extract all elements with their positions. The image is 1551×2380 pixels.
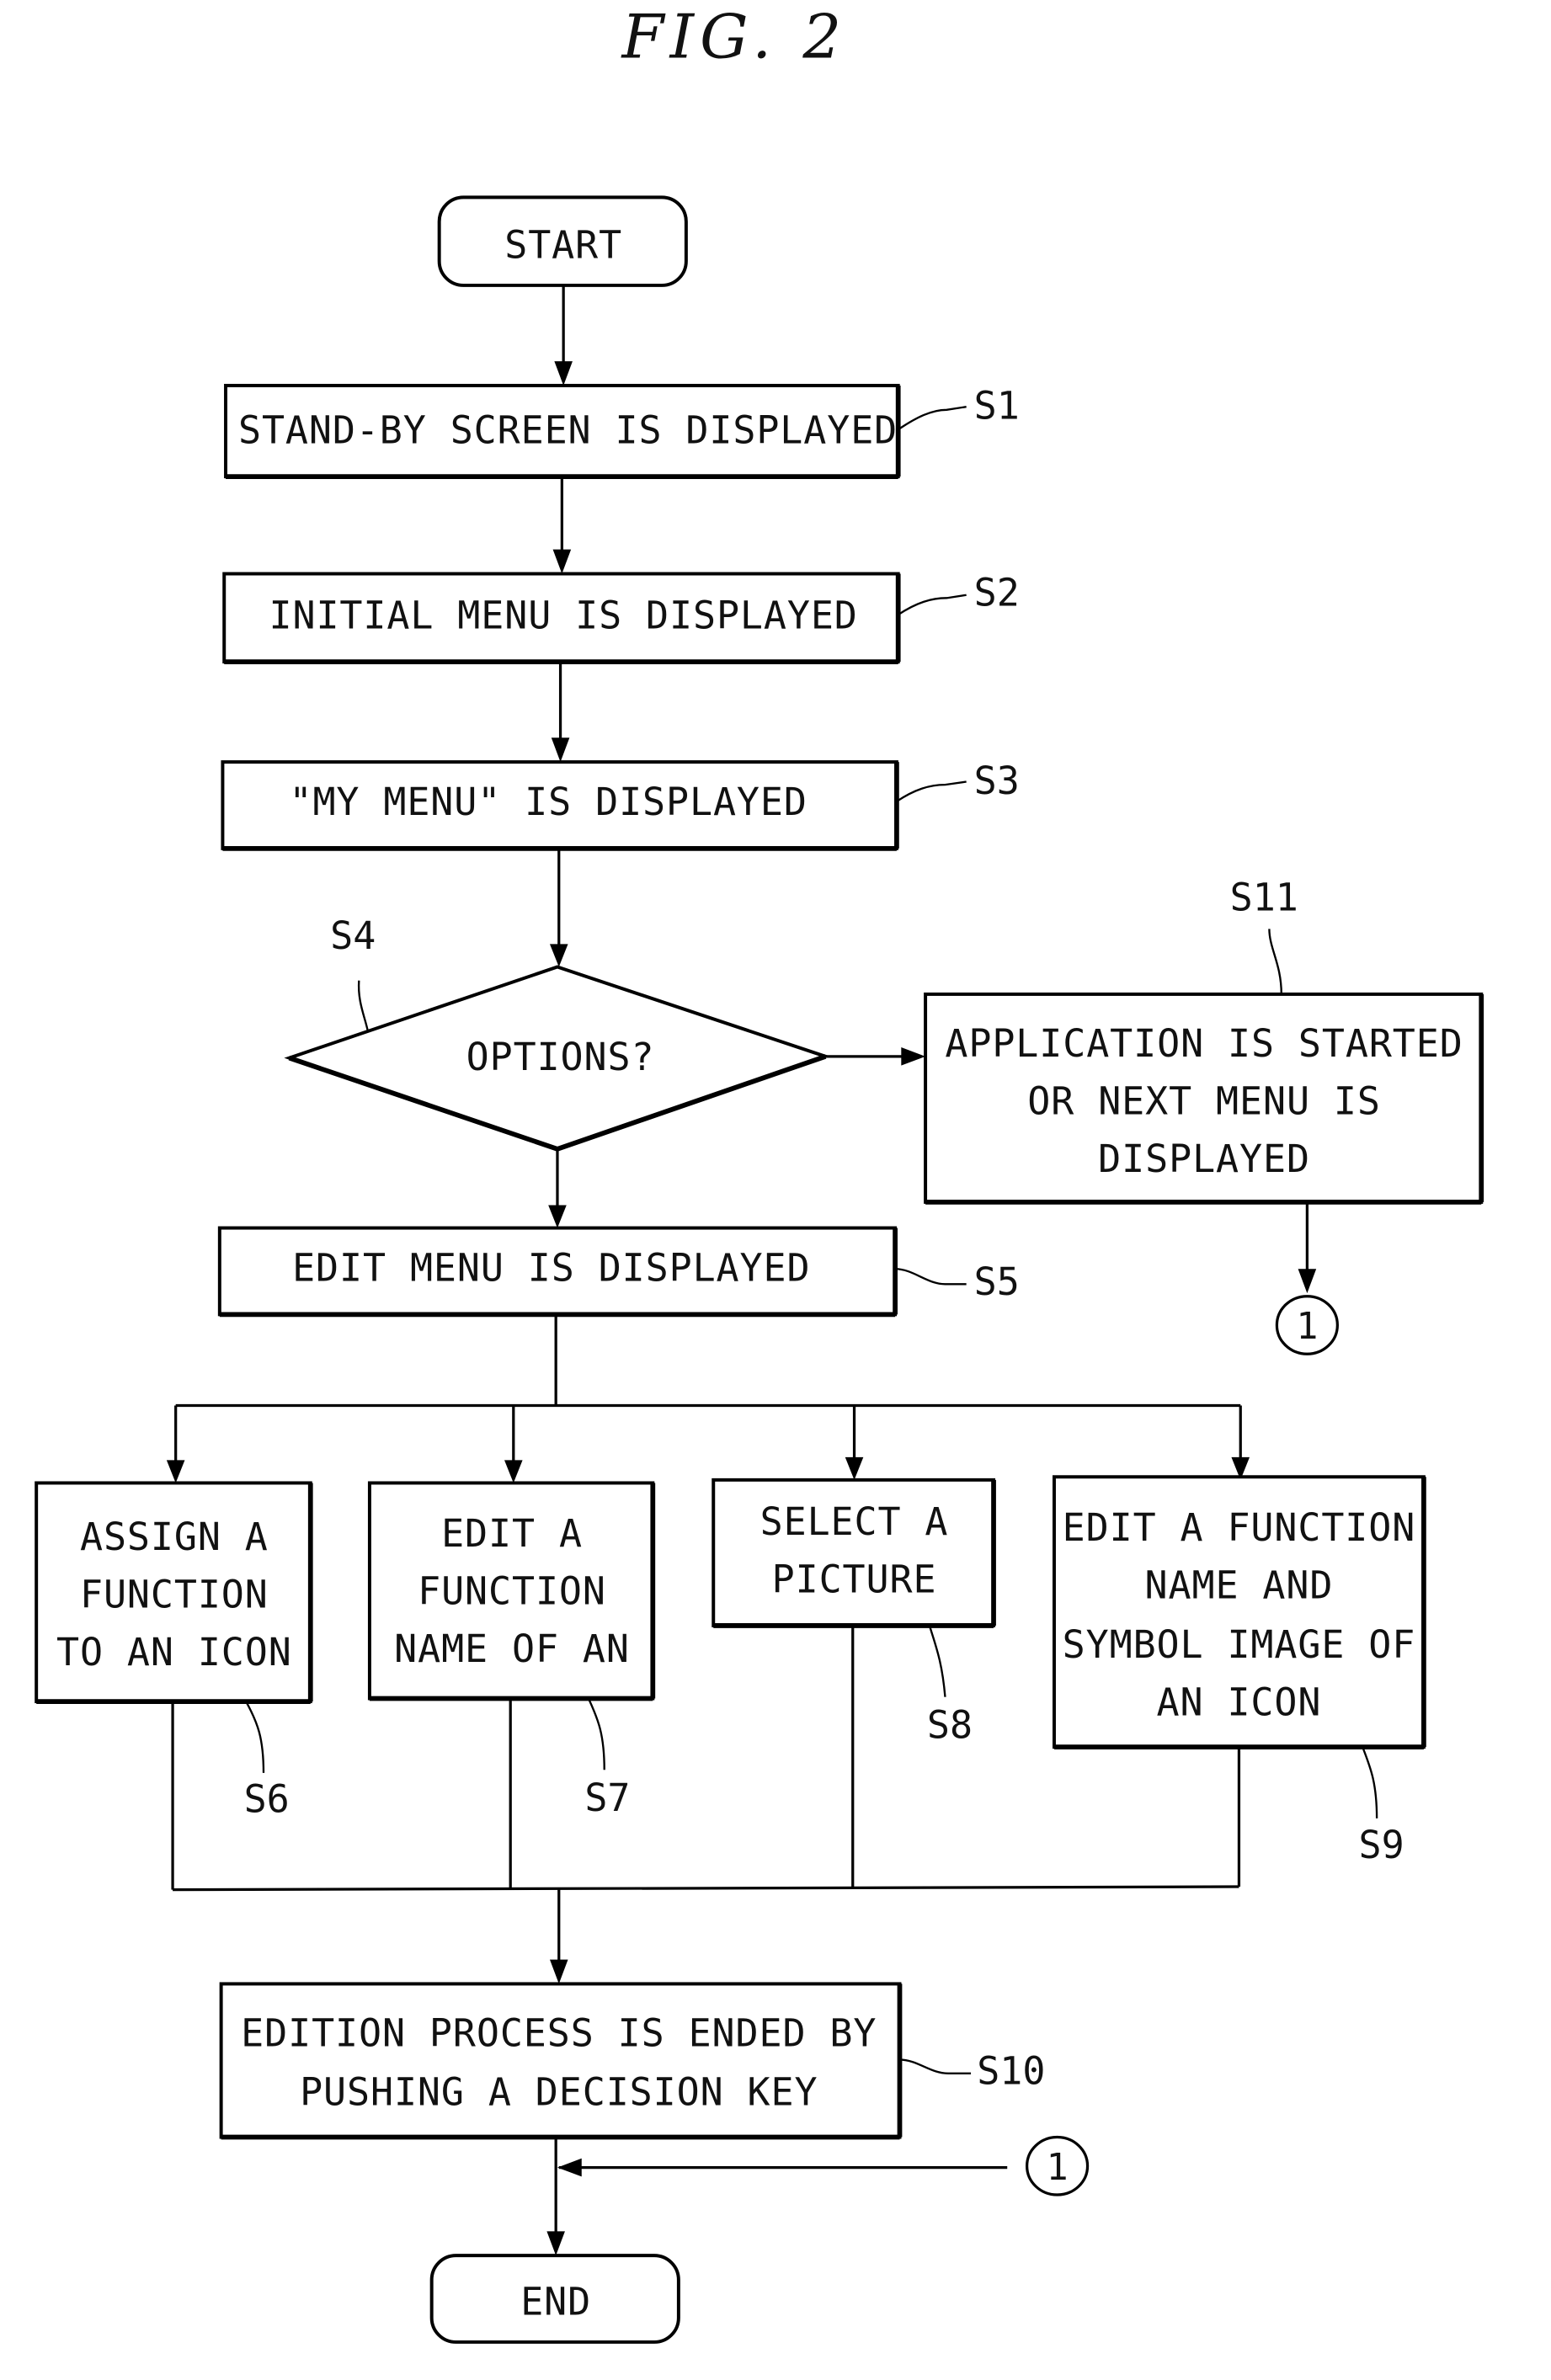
connector-in-text: 1 bbox=[1047, 2147, 1069, 2189]
arrowhead-icon bbox=[546, 2231, 565, 2256]
s10-text-line-1: EDITION PROCESS IS ENDED BY bbox=[241, 2010, 877, 2055]
s7-leader-line bbox=[588, 1699, 605, 1770]
step-s10: EDITION PROCESS IS ENDED BY PUSHING A DE… bbox=[219, 1982, 903, 2140]
arrowhead-icon bbox=[554, 361, 573, 386]
s7-text-line-1: EDIT A bbox=[441, 1511, 583, 1556]
arrowhead-icon bbox=[166, 1460, 185, 1483]
step-s9: EDIT A FUNCTION NAME AND SYMBOL IMAGE OF… bbox=[1053, 1475, 1426, 1750]
s9-text-line-3: SYMBOL IMAGE OF bbox=[1063, 1622, 1416, 1667]
decision-s4: OPTIONS? bbox=[284, 965, 831, 1152]
s2-leader-line bbox=[898, 594, 967, 616]
connector-out: 1 bbox=[1275, 1295, 1339, 1355]
s7-label: S7 bbox=[584, 1776, 630, 1820]
s5-label: S5 bbox=[974, 1259, 1020, 1304]
step-s1: STAND-BY SCREEN IS DISPLAYED bbox=[224, 383, 901, 480]
step-s11: APPLICATION IS STARTED OR NEXT MENU IS D… bbox=[924, 992, 1484, 1205]
arrowhead-icon bbox=[845, 1456, 864, 1480]
s5-leader-line bbox=[895, 1268, 967, 1286]
s8-label: S8 bbox=[927, 1702, 973, 1747]
s6-text-line-1: ASSIGN A bbox=[80, 1515, 269, 1559]
figure-title: FIG. 2 bbox=[620, 1, 847, 72]
arrowhead-icon bbox=[552, 549, 572, 574]
s9-leader-line bbox=[1362, 1748, 1378, 1818]
s6-text-line-2: FUNCTION bbox=[80, 1572, 269, 1616]
s2-label: S2 bbox=[974, 570, 1020, 615]
s1-label: S1 bbox=[974, 384, 1020, 429]
s11-text-line-2: OR NEXT MENU IS bbox=[1027, 1078, 1381, 1123]
s3-label: S3 bbox=[974, 759, 1020, 803]
s8-leader-line bbox=[929, 1627, 946, 1697]
s10-label: S10 bbox=[977, 2048, 1045, 2093]
s11-leader-line bbox=[1268, 929, 1282, 994]
arrowhead-icon bbox=[549, 944, 568, 967]
arrowhead-icon bbox=[549, 1959, 568, 1984]
merge-bus bbox=[173, 1885, 1239, 1892]
arrowhead-icon bbox=[901, 1047, 926, 1066]
s9-text-line-2: NAME AND bbox=[1145, 1563, 1334, 1607]
end-terminal: END bbox=[429, 2254, 680, 2344]
connector-in: 1 bbox=[1025, 2135, 1090, 2196]
s10-text-line-2: PUSHING A DECISION KEY bbox=[300, 2070, 818, 2115]
arrowhead-icon bbox=[548, 1205, 567, 1228]
s4-label: S4 bbox=[330, 913, 376, 958]
s9-text-line-4: AN ICON bbox=[1157, 1680, 1322, 1724]
s1-text: STAND-BY SCREEN IS DISPLAYED bbox=[238, 407, 898, 452]
s3-leader-line bbox=[896, 780, 967, 802]
step-s8: SELECT A PICTURE bbox=[712, 1478, 996, 1628]
s10-leader-line bbox=[899, 2058, 972, 2074]
arrowhead-icon bbox=[1298, 1269, 1317, 1294]
step-s5: EDIT MENU IS DISPLAYED bbox=[217, 1226, 898, 1318]
s4-text: OPTIONS? bbox=[466, 1035, 655, 1079]
s1-leader-line bbox=[898, 406, 967, 431]
s7-text-line-2: FUNCTION bbox=[418, 1569, 606, 1614]
s8-text-line-1: SELECT A bbox=[760, 1499, 949, 1544]
step-s7: EDIT A FUNCTION NAME OF AN bbox=[367, 1481, 656, 1701]
s11-label: S11 bbox=[1230, 876, 1298, 920]
step-s3: "MY MENU" IS DISPLAYED bbox=[221, 760, 899, 851]
step-s2: INITIAL MENU IS DISPLAYED bbox=[222, 572, 901, 664]
s3-text: "MY MENU" IS DISPLAYED bbox=[289, 780, 807, 824]
end-text: END bbox=[520, 2279, 591, 2324]
arrowhead-icon bbox=[557, 2158, 582, 2177]
s11-text-line-1: APPLICATION IS STARTED bbox=[945, 1021, 1463, 1066]
s7-text-line-3: NAME OF AN bbox=[394, 1627, 630, 1671]
s5-text: EDIT MENU IS DISPLAYED bbox=[292, 1246, 810, 1291]
s6-text-line-3: TO AN ICON bbox=[56, 1630, 292, 1675]
arrowhead-icon bbox=[551, 737, 570, 763]
connector-out-text: 1 bbox=[1296, 1306, 1318, 1348]
s11-text-line-3: DISPLAYED bbox=[1098, 1137, 1310, 1181]
s9-text-line-1: EDIT A FUNCTION bbox=[1063, 1505, 1416, 1550]
s9-label: S9 bbox=[1359, 1823, 1404, 1867]
arrowhead-icon bbox=[504, 1460, 523, 1483]
start-terminal: START bbox=[437, 195, 688, 287]
s8-text-line-2: PICTURE bbox=[772, 1557, 937, 1601]
step-s6: ASSIGN A FUNCTION TO AN ICON bbox=[35, 1481, 313, 1704]
flowchart: FIG. 2 START STAND-BY SCREEN IS DISPLAYE… bbox=[35, 1, 1484, 2344]
s4-leader-line bbox=[357, 980, 370, 1033]
s6-leader-line bbox=[246, 1702, 265, 1773]
s2-text: INITIAL MENU IS DISPLAYED bbox=[269, 593, 858, 637]
s6-label: S6 bbox=[244, 1777, 290, 1822]
start-text: START bbox=[504, 222, 622, 267]
